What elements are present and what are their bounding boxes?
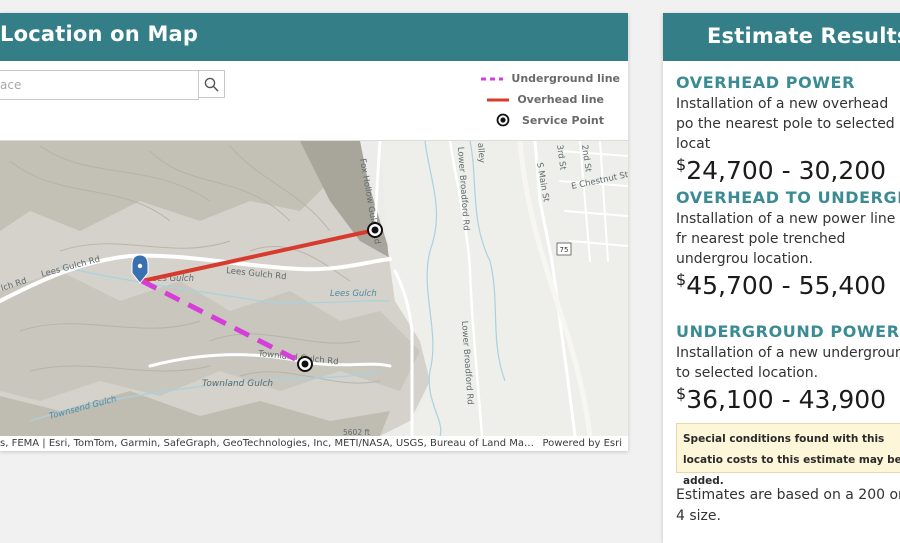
dashed-line-icon — [481, 77, 504, 80]
price-range: $36,100 - 43,900 — [676, 384, 887, 414]
solid-line-icon — [487, 98, 510, 101]
special-conditions-notice: Special conditions found with this locat… — [676, 423, 900, 487]
estimate-section-overhead-to-underground: OVERHEAD TO UNDERGROU Installation of a … — [676, 188, 900, 300]
search-icon — [204, 77, 219, 91]
map-canvas[interactable]: lch Rd Lees Gulch Rd ees Gulch Lees Gulc… — [0, 141, 628, 436]
legend-underground-label: Underground line — [511, 72, 620, 85]
service-point-marker[interactable] — [297, 356, 313, 372]
route-shield: 75 — [556, 242, 572, 256]
section-description: Installation of a new overhead po the ne… — [676, 96, 895, 152]
map-panel: Location on Map Underground line Overhea… — [0, 13, 628, 451]
map-label: alley — [475, 143, 486, 164]
results-title: Estimate Results — [707, 24, 900, 48]
section-heading: OVERHEAD POWER — [676, 73, 855, 92]
legend-underground: Underground line — [481, 72, 620, 85]
map-legend: Underground line Overhead line Service P… — [400, 72, 620, 134]
legend-service-point-label: Service Point — [521, 113, 604, 127]
results-panel: Estimate Results OVERHEAD POWER Installa… — [663, 13, 900, 543]
section-heading: OVERHEAD TO UNDERGROU — [676, 188, 900, 207]
price-range: $24,700 - 30,200 — [676, 155, 887, 185]
attribution-text: s, FEMA | Esri, TomTom, Garmin, SafeGrap… — [0, 438, 540, 449]
section-heading: UNDERGROUND POWER — [676, 322, 900, 341]
map-attribution: s, FEMA | Esri, TomTom, Garmin, SafeGrap… — [0, 436, 628, 451]
svg-text:75: 75 — [560, 246, 569, 254]
search-input[interactable] — [0, 71, 190, 99]
legend-service-point: Service Point — [496, 113, 604, 127]
service-point-marker[interactable] — [367, 222, 383, 238]
estimate-section-overhead: OVERHEAD POWER Installation of a new ove… — [676, 73, 900, 185]
legend-overhead-label: Overhead line — [517, 93, 604, 106]
powered-by-esri-link[interactable]: Powered by Esri — [542, 436, 622, 451]
map-label: 5602 ft — [343, 428, 370, 436]
section-description: Installation of a new power line fr near… — [676, 211, 896, 267]
map-title: Location on Map — [0, 22, 199, 46]
legend-overhead: Overhead line — [487, 93, 604, 106]
map-label: Lees Gulch — [330, 289, 377, 299]
results-header: Estimate Results — [663, 13, 900, 61]
section-description: Installation of a new undergroun to sele… — [676, 345, 900, 381]
search-box — [0, 70, 199, 100]
search-button[interactable] — [198, 70, 225, 98]
map-label: Townland Gulch — [202, 379, 273, 389]
price-range: $45,700 - 55,400 — [676, 270, 887, 300]
basemap: lch Rd Lees Gulch Rd ees Gulch Lees Gulc… — [0, 141, 628, 436]
service-point-icon — [496, 113, 510, 127]
map-header: Location on Map — [0, 13, 628, 61]
estimate-footnote: Estimates are based on a 200 or 4 size. — [676, 487, 900, 524]
special-conditions-text: Special conditions found with this locat… — [683, 433, 900, 487]
estimate-section-underground: UNDERGROUND POWER Installation of a new … — [676, 322, 900, 414]
